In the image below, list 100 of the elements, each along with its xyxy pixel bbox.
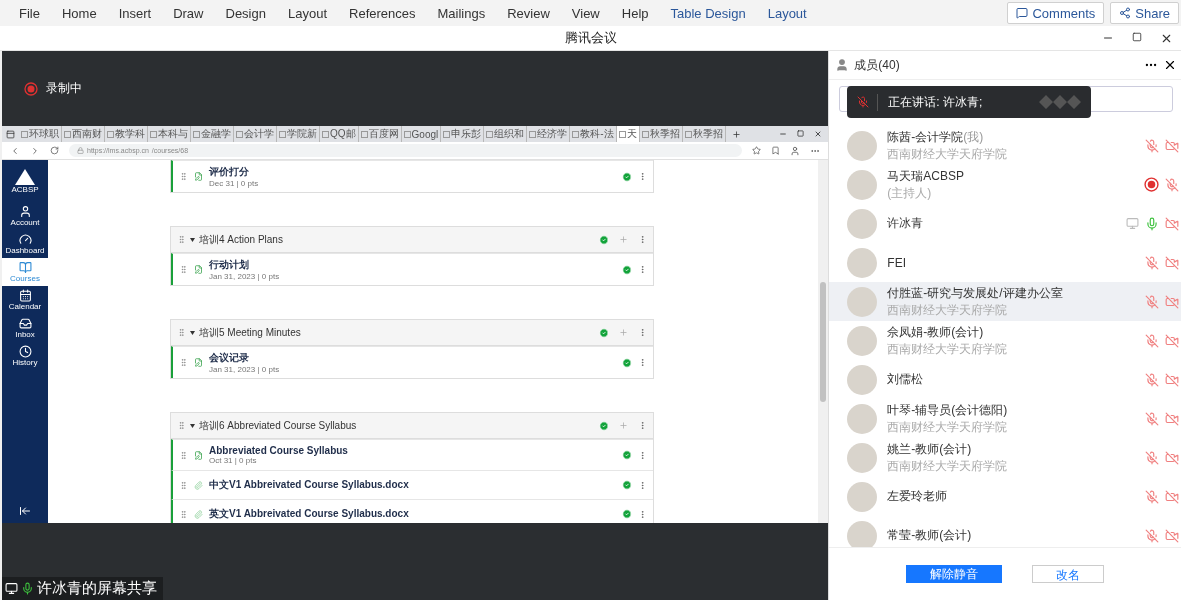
ribbon-tab[interactable]: View xyxy=(560,5,611,21)
browser-tab[interactable]: 学院新 xyxy=(277,126,320,142)
drag-handle-icon xyxy=(179,265,188,274)
published-check-icon xyxy=(622,171,633,182)
unmute-button[interactable]: 解除静音 xyxy=(906,565,1003,583)
favicon xyxy=(403,130,411,138)
member-name: 姚兰-教师(会计) xyxy=(887,440,972,458)
rename-button[interactable]: 改名 xyxy=(1032,565,1105,583)
caret-icon[interactable] xyxy=(190,423,195,428)
published-check-icon xyxy=(599,327,610,338)
browser-tab[interactable]: QQ邮 xyxy=(320,126,359,142)
paperclip-icon xyxy=(194,509,203,519)
ribbon-tab[interactable]: Review xyxy=(496,5,561,21)
member-name: 付胜蓝-研究与发展处/评建办公室 xyxy=(887,284,1063,302)
browser-tab[interactable]: 环球职 xyxy=(19,126,62,142)
minimize-icon xyxy=(779,130,788,138)
ribbon-tab[interactable]: Home xyxy=(50,5,108,21)
member-name: 左爱玲老师 xyxy=(887,488,948,505)
ribbon-tab[interactable]: Help xyxy=(610,5,660,21)
nav-item[interactable]: Account xyxy=(2,202,48,230)
logo-panel[interactable]: ACBSP xyxy=(2,160,48,202)
ribbon-tab[interactable]: References xyxy=(338,5,427,21)
caret-icon[interactable] xyxy=(190,237,195,242)
module-item-title[interactable]: 行动计划 xyxy=(209,258,617,272)
favicon xyxy=(64,130,71,138)
assignment-icon xyxy=(194,450,203,460)
module-item-meta: Jan 31, 2023 | 0 pts xyxy=(209,365,281,374)
favicon xyxy=(360,130,368,138)
member-row[interactable]: 付胜蓝-研究与发展处/评建办公室 西南财经大学天府学院 xyxy=(829,282,1181,321)
module-item-title[interactable]: 英文V1 Abbreivated Course Syllabus.docx xyxy=(209,507,617,521)
ribbon-tab[interactable]: Layout xyxy=(756,5,818,21)
gauge-icon xyxy=(18,233,32,246)
browser-tab[interactable]: Googl xyxy=(401,126,442,142)
mic-icon xyxy=(21,582,34,595)
drag-handle-icon xyxy=(179,480,188,490)
drag-handle-icon xyxy=(177,421,186,430)
module-item-meta: Jan 31, 2023 | 0 pts xyxy=(209,272,281,281)
comment-icon xyxy=(1016,7,1029,19)
module-item-title[interactable]: 评价打分 xyxy=(209,165,617,179)
browser-tab[interactable]: 教学科 xyxy=(105,126,148,142)
avatar xyxy=(847,247,878,278)
browser-tab[interactable]: 金融学 xyxy=(191,126,234,142)
browser-tab[interactable]: 秋季招 xyxy=(682,126,726,142)
nav-item[interactable]: History xyxy=(2,342,48,370)
add-item-icon xyxy=(619,328,629,337)
nav-item[interactable]: Inbox xyxy=(2,314,48,342)
browser-tab[interactable]: 教科-法 xyxy=(570,126,617,142)
avatar xyxy=(847,208,878,239)
favicon xyxy=(236,130,243,138)
ribbon-tab[interactable]: Design xyxy=(214,5,277,21)
avatar xyxy=(847,481,878,512)
ribbon-tab[interactable]: Mailings xyxy=(426,5,497,21)
assignment-icon xyxy=(194,265,203,274)
browser-tab[interactable]: 经济学 xyxy=(527,126,571,142)
lock-icon xyxy=(77,147,84,154)
browser-tab[interactable]: 本科与 xyxy=(148,126,191,142)
ribbon-tab[interactable]: Draw xyxy=(162,5,215,21)
comments-button[interactable]: Comments xyxy=(1007,2,1105,24)
mic-off-icon xyxy=(857,96,870,108)
drag-handle-icon xyxy=(179,358,188,367)
browser-tab[interactable]: 天 xyxy=(616,126,640,142)
favicon xyxy=(150,130,157,138)
module-item-meta: Dec 31 | 0 pts xyxy=(209,179,260,188)
module-item-meta: Oct 31 | 0 pts xyxy=(209,456,258,465)
ribbon-tab[interactable]: Layout xyxy=(276,5,338,21)
member-subtitle: 西南财经大学天府学院 xyxy=(887,418,1009,436)
published-check-icon xyxy=(622,357,633,368)
reload-icon xyxy=(50,146,59,155)
browser-tab[interactable]: 组织和 xyxy=(484,126,528,142)
published-check-icon xyxy=(599,420,610,431)
browser-tab[interactable]: 百度网 xyxy=(358,126,402,142)
browser-tab[interactable]: 西南财 xyxy=(62,126,105,142)
member-name: FEI xyxy=(887,255,906,270)
panel-title: 成员(40) xyxy=(854,56,901,74)
back-icon xyxy=(10,145,20,156)
module-item-title[interactable]: 中文V1 Abbreivated Course Syllabus.docx xyxy=(209,478,617,492)
screen-share-caption: 许冰青的屏幕共享 xyxy=(2,577,163,600)
ribbon-tab[interactable]: File xyxy=(8,5,51,21)
calendar-icon xyxy=(18,289,32,302)
share-button[interactable]: Share xyxy=(1110,2,1179,24)
scrollbar-thumb[interactable] xyxy=(820,281,827,402)
browser-tab[interactable]: 秋季招 xyxy=(639,126,683,142)
caret-icon[interactable] xyxy=(190,330,195,335)
diamond-shapes-icon xyxy=(1039,95,1082,109)
member-tag: (我) xyxy=(963,128,984,146)
ribbon-tab[interactable]: Insert xyxy=(107,5,163,21)
browser-tab[interactable]: 申乐彭 xyxy=(441,126,485,142)
browser-tab[interactable]: 会计学 xyxy=(234,126,277,142)
favorite-icon xyxy=(752,146,762,155)
member-subtitle: (主持人) xyxy=(887,184,933,202)
nav-item[interactable]: Dashboard xyxy=(2,230,48,258)
drag-handle-icon xyxy=(177,235,186,244)
maximize-icon xyxy=(1132,31,1142,42)
module-item-title[interactable]: Abbreviated Course Syllabus xyxy=(209,445,617,456)
nav-item[interactable]: Calendar xyxy=(2,286,48,314)
window-title: 腾讯会议 xyxy=(564,29,617,47)
close-icon xyxy=(814,130,823,138)
ribbon-tab[interactable]: Table Design xyxy=(659,5,757,21)
module-item-title[interactable]: 会议记录 xyxy=(209,351,617,365)
assignment-icon xyxy=(194,358,203,367)
